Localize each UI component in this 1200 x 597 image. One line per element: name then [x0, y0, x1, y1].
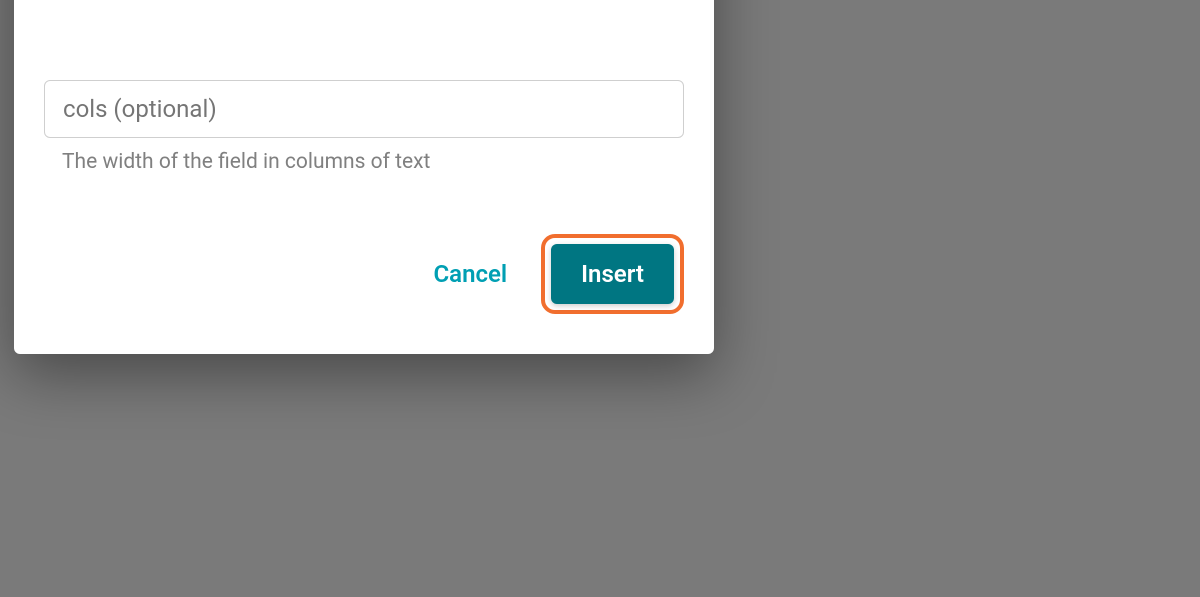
- field-group: The width of the field in columns of tex…: [44, 80, 684, 174]
- dialog: The width of the field in columns of tex…: [14, 0, 714, 354]
- cols-input[interactable]: [44, 80, 684, 138]
- highlight-ring: Insert: [541, 234, 684, 314]
- dialog-actions: Cancel Insert: [44, 214, 684, 324]
- cancel-button[interactable]: Cancel: [423, 246, 517, 302]
- insert-button[interactable]: Insert: [551, 244, 674, 304]
- help-text: The width of the field in columns of tex…: [44, 150, 684, 174]
